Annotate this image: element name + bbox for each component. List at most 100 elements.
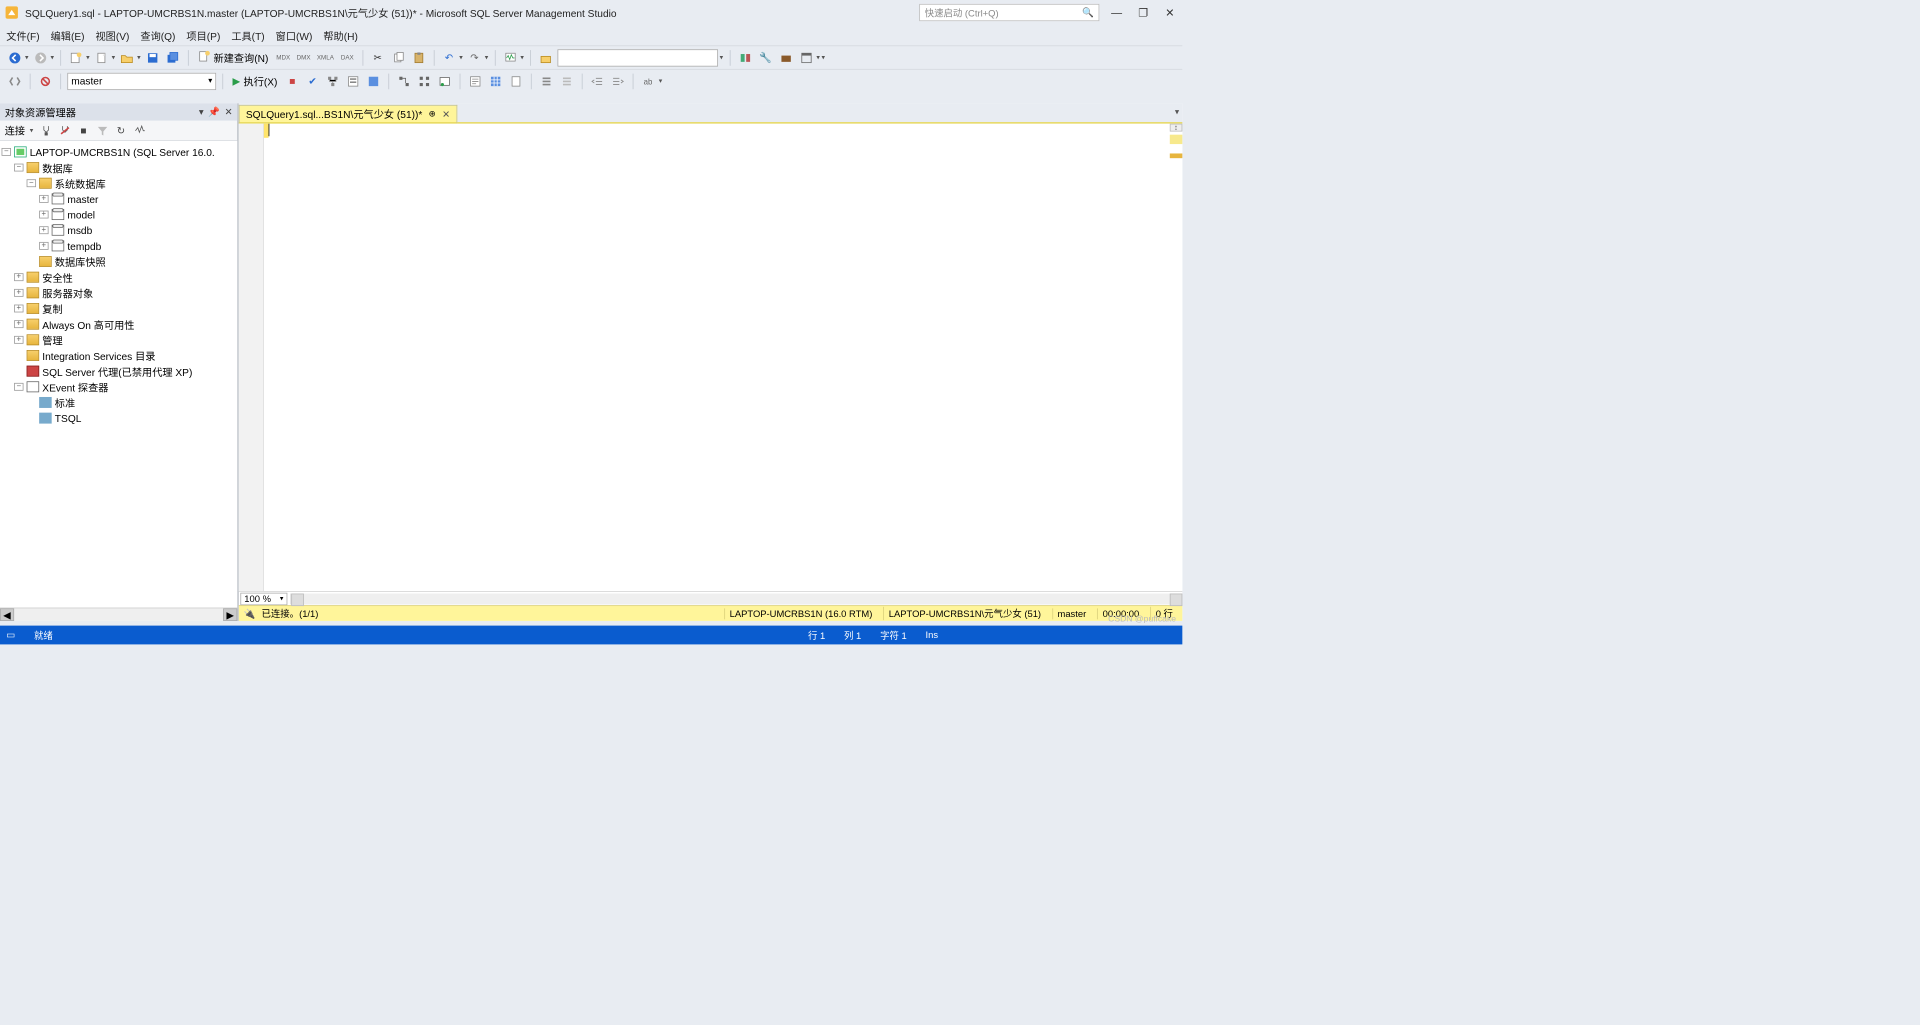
close-tab-icon[interactable]: ✕ xyxy=(442,108,450,119)
window-layout-button[interactable] xyxy=(798,49,815,66)
pin-tab-icon[interactable]: ⊕ xyxy=(429,109,436,119)
open-dropdown-icon[interactable]: ▾ xyxy=(137,53,141,62)
redo-button[interactable]: ↷ xyxy=(466,49,483,66)
save-all-button[interactable] xyxy=(164,49,181,66)
connect-dropdown-icon[interactable]: ▾ xyxy=(30,126,34,135)
split-handle-icon[interactable]: ↕ xyxy=(1170,124,1183,132)
tree-integration[interactable]: Integration Services 目录 xyxy=(0,348,237,364)
solution-config-dropdown-icon[interactable]: ▾ xyxy=(720,53,724,62)
change-connection-button[interactable] xyxy=(6,72,23,89)
new-project-button[interactable] xyxy=(67,49,84,66)
dax-query-button[interactable]: DAX xyxy=(339,49,356,66)
tree-system-databases-node[interactable]: − 系统数据库 xyxy=(0,175,237,191)
results-text-button[interactable] xyxy=(467,72,484,89)
menu-view[interactable]: 视图(V) xyxy=(95,28,129,43)
include-actual-plan-button[interactable] xyxy=(396,72,413,89)
toolbar2-overflow-icon[interactable]: ▾ xyxy=(659,77,663,86)
client-stats-button[interactable] xyxy=(436,72,453,89)
zoom-select[interactable]: 100 % ▾ xyxy=(240,592,287,605)
toolbar-overflow-icon[interactable]: ▾ xyxy=(821,53,825,62)
xmla-query-button[interactable]: XMLA xyxy=(315,49,335,66)
menu-edit[interactable]: 编辑(E) xyxy=(51,28,85,43)
tree-db-snapshots[interactable]: 数据库快照 xyxy=(0,254,237,270)
disconnect-button[interactable] xyxy=(37,72,54,89)
tree-agent[interactable]: SQL Server 代理(已禁用代理 XP) xyxy=(0,363,237,379)
close-button[interactable]: ✕ xyxy=(1162,6,1178,19)
tree-db-model[interactable]: +model xyxy=(0,207,237,223)
tree-server-node[interactable]: − LAPTOP-UMCRBS1N (SQL Server 16.0. xyxy=(0,144,237,160)
tree-xevent-tsql[interactable]: TSQL xyxy=(0,410,237,426)
paste-button[interactable] xyxy=(410,49,427,66)
nav-forward-button[interactable] xyxy=(32,49,49,66)
comment-button[interactable] xyxy=(538,72,555,89)
activity-monitor-button[interactable] xyxy=(502,49,519,66)
dmx-query-button[interactable]: DMX xyxy=(295,49,312,66)
disconnect-icon[interactable] xyxy=(58,124,71,137)
redo-dropdown-icon[interactable]: ▾ xyxy=(485,53,489,62)
activity-dropdown-icon[interactable]: ▾ xyxy=(520,53,524,62)
filter-icon[interactable] xyxy=(96,124,109,137)
activity-icon[interactable] xyxy=(134,124,147,137)
execute-button[interactable]: ▶ 执行(X) xyxy=(229,72,280,89)
display-plan-button[interactable] xyxy=(324,72,341,89)
new-project-dropdown-icon[interactable]: ▾ xyxy=(86,53,90,62)
tree-db-master[interactable]: +master xyxy=(0,191,237,207)
cut-button[interactable]: ✂ xyxy=(369,49,386,66)
nav-back-button[interactable] xyxy=(6,49,23,66)
tree-management[interactable]: +管理 xyxy=(0,332,237,348)
tree-server-objects[interactable]: +服务器对象 xyxy=(0,285,237,301)
solution-config-select[interactable] xyxy=(558,49,719,66)
decrease-indent-button[interactable] xyxy=(589,72,606,89)
tools-button[interactable]: 🔧 xyxy=(757,49,774,66)
layout-dropdown-icon[interactable]: ▾ xyxy=(816,53,820,62)
tree-db-tempdb[interactable]: +tempdb xyxy=(0,238,237,254)
undo-dropdown-icon[interactable]: ▾ xyxy=(459,53,463,62)
database-select[interactable]: master ▾ xyxy=(67,72,216,89)
connect-icon[interactable] xyxy=(40,124,53,137)
new-file-button[interactable] xyxy=(93,49,110,66)
menu-query[interactable]: 查询(Q) xyxy=(140,28,175,43)
object-explorer-tree[interactable]: − LAPTOP-UMCRBS1N (SQL Server 16.0. − 数据… xyxy=(0,141,237,608)
quick-launch-input[interactable]: 快速启动 (Ctrl+Q) 🔍 xyxy=(919,4,1099,21)
registered-servers-button[interactable] xyxy=(537,49,554,66)
nav-back-dropdown-icon[interactable]: ▾ xyxy=(25,53,29,62)
open-folder-button[interactable] xyxy=(118,49,135,66)
minimize-button[interactable]: — xyxy=(1109,6,1125,19)
horizontal-scrollbar[interactable] xyxy=(290,593,1182,604)
attach-debugger-button[interactable] xyxy=(737,49,754,66)
connect-label[interactable]: 连接 xyxy=(5,123,25,138)
menu-help[interactable]: 帮助(H) xyxy=(323,28,357,43)
new-query-button[interactable]: 新建查询(N) xyxy=(195,49,272,66)
live-stats-button[interactable] xyxy=(416,72,433,89)
uncomment-button[interactable] xyxy=(559,72,576,89)
tree-db-msdb[interactable]: +msdb xyxy=(0,222,237,238)
copy-button[interactable] xyxy=(390,49,407,66)
code-editor[interactable]: ↕ xyxy=(239,124,1183,591)
tree-xevent-standard[interactable]: 标准 xyxy=(0,395,237,411)
maximize-button[interactable]: ❐ xyxy=(1135,6,1151,19)
results-grid-button[interactable] xyxy=(487,72,504,89)
tree-alwayson[interactable]: +Always On 高可用性 xyxy=(0,316,237,332)
panel-close-icon[interactable]: ✕ xyxy=(225,106,233,117)
undo-button[interactable]: ↶ xyxy=(440,49,457,66)
document-tab[interactable]: SQLQuery1.sql...BS1N\元气少女 (51))* ⊕ ✕ xyxy=(239,105,457,124)
pin-icon[interactable]: 📌 xyxy=(208,106,220,117)
menu-file[interactable]: 文件(F) xyxy=(6,28,39,43)
menu-window[interactable]: 窗口(W) xyxy=(276,28,313,43)
intellisense-button[interactable] xyxy=(365,72,382,89)
specify-template-button[interactable]: ab xyxy=(640,72,657,89)
object-explorer-scrollbar[interactable]: ◄► xyxy=(0,608,237,621)
mdx-query-button[interactable]: MDX xyxy=(275,49,292,66)
nav-fwd-dropdown-icon[interactable]: ▾ xyxy=(51,53,55,62)
tree-security[interactable]: +安全性 xyxy=(0,269,237,285)
increase-indent-button[interactable] xyxy=(609,72,626,89)
panel-menu-icon[interactable]: ▾ xyxy=(199,106,204,117)
results-file-button[interactable] xyxy=(508,72,525,89)
parse-button[interactable]: ✔ xyxy=(304,72,321,89)
toolbox-button[interactable] xyxy=(777,49,794,66)
new-file-dropdown-icon[interactable]: ▾ xyxy=(112,53,116,62)
tree-replication[interactable]: +复制 xyxy=(0,301,237,317)
refresh-icon[interactable]: ↻ xyxy=(115,124,128,137)
stop-icon[interactable]: ■ xyxy=(77,124,90,137)
menu-tools[interactable]: 工具(T) xyxy=(231,28,264,43)
